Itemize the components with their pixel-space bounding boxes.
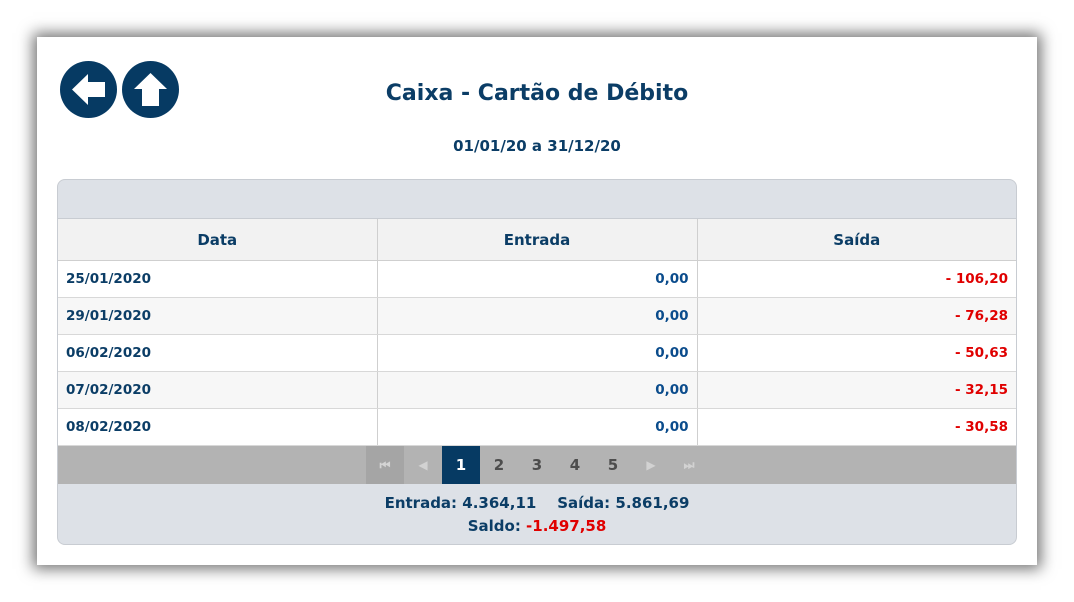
- previous-page-button[interactable]: ◀: [404, 446, 442, 484]
- entrada-total-value: 4.364,11: [462, 494, 537, 512]
- cell-saida: - 32,15: [697, 371, 1016, 409]
- table-row[interactable]: 06/02/2020 0,00 - 50,63: [58, 334, 1016, 372]
- cell-entrada: 0,00: [377, 408, 698, 446]
- cash-table: Data Entrada Saída 25/01/2020 0,00 - 106…: [58, 219, 1016, 446]
- cell-saida: - 30,58: [697, 408, 1016, 446]
- page-button-4[interactable]: 4: [556, 446, 594, 484]
- page-button-2[interactable]: 2: [480, 446, 518, 484]
- cell-saida: - 76,28: [697, 297, 1016, 335]
- cell-entrada: 0,00: [377, 297, 698, 335]
- column-header-saida[interactable]: Saída: [697, 219, 1016, 261]
- table-row[interactable]: 25/01/2020 0,00 - 106,20: [58, 260, 1016, 298]
- first-page-button[interactable]: ⏮: [366, 446, 404, 484]
- cell-entrada: 0,00: [377, 334, 698, 372]
- next-page-icon: ▶: [646, 458, 656, 472]
- grid-toolbar: [58, 180, 1016, 219]
- totals-line-1: Entrada: 4.364,11 Saída: 5.861,69: [58, 492, 1016, 515]
- page-button-1[interactable]: 1: [442, 446, 480, 484]
- table-row[interactable]: 08/02/2020 0,00 - 30,58: [58, 408, 1016, 446]
- period-range: 01/01/20 a 31/12/20: [453, 137, 621, 155]
- saida-total-label: Saída:: [557, 494, 611, 512]
- first-page-icon: ⏮: [379, 458, 391, 472]
- page-button-5[interactable]: 5: [594, 446, 632, 484]
- cell-saida: - 106,20: [697, 260, 1016, 298]
- previous-page-icon: ◀: [418, 458, 428, 472]
- saida-total-value: 5.861,69: [615, 494, 690, 512]
- cell-data: 07/02/2020: [58, 371, 378, 409]
- cell-saida: - 50,63: [697, 334, 1016, 372]
- column-header-data[interactable]: Data: [58, 219, 378, 261]
- table-row[interactable]: 07/02/2020 0,00 - 32,15: [58, 371, 1016, 409]
- table-row[interactable]: 29/01/2020 0,00 - 76,28: [58, 297, 1016, 335]
- cell-entrada: 0,00: [377, 371, 698, 409]
- cash-grid: Data Entrada Saída 25/01/2020 0,00 - 106…: [57, 179, 1017, 545]
- page-title: Caixa - Cartão de Débito: [385, 81, 689, 106]
- cell-data: 06/02/2020: [58, 334, 378, 372]
- column-header-entrada[interactable]: Entrada: [377, 219, 698, 261]
- last-page-icon: ⏭: [683, 458, 695, 472]
- entrada-total-label: Entrada:: [384, 494, 458, 512]
- pagination-bar: ⏮ ◀ 1 2 3 4 5 ▶ ⏭: [58, 446, 1016, 484]
- totals-summary: Entrada: 4.364,11 Saída: 5.861,69 Saldo:…: [58, 484, 1016, 538]
- saldo-label: Saldo:: [467, 517, 521, 535]
- cell-data: 25/01/2020: [58, 260, 378, 298]
- cell-entrada: 0,00: [377, 260, 698, 298]
- cell-data: 08/02/2020: [58, 408, 378, 446]
- next-page-button[interactable]: ▶: [632, 446, 670, 484]
- last-page-button[interactable]: ⏭: [670, 446, 708, 484]
- cell-data: 29/01/2020: [58, 297, 378, 335]
- report-window: Caixa - Cartão de Débito 01/01/20 a 31/1…: [37, 37, 1037, 565]
- saldo-value: -1.497,58: [526, 517, 607, 535]
- page-button-3[interactable]: 3: [518, 446, 556, 484]
- totals-line-2: Saldo: -1.497,58: [58, 515, 1016, 538]
